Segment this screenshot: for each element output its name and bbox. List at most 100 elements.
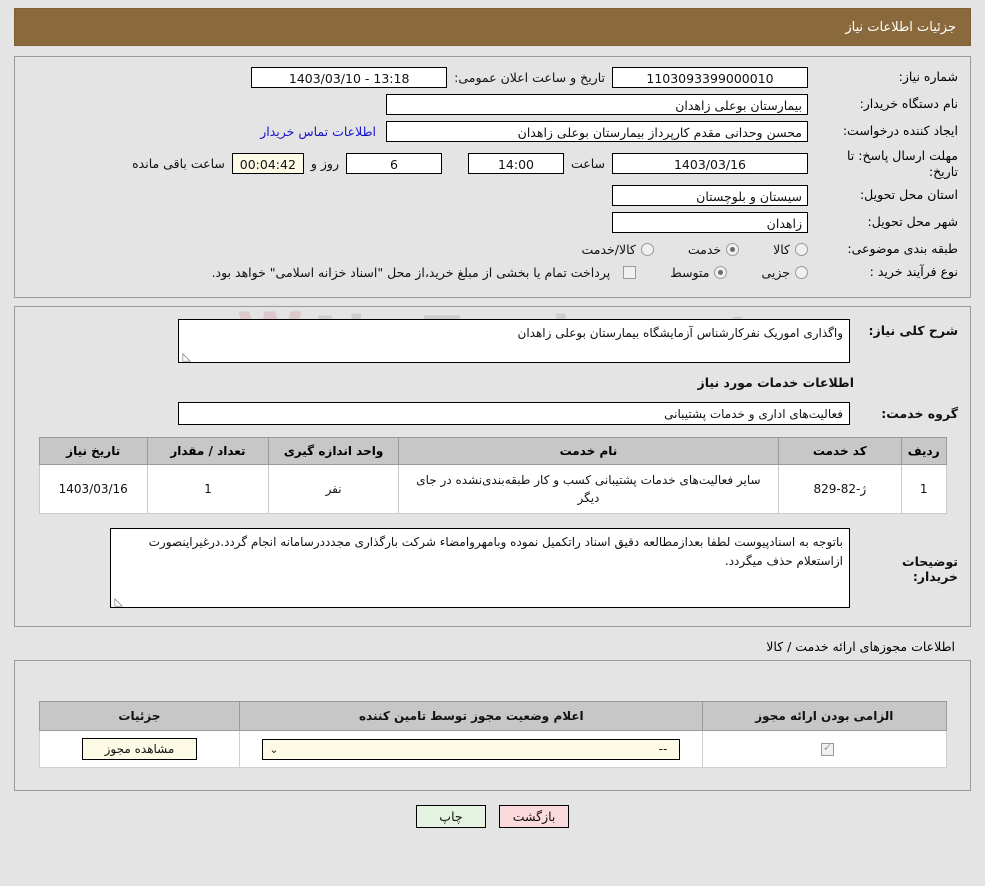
announce-label: تاریخ و ساعت اعلان عمومی: (454, 70, 605, 85)
th-need-date: تاریخ نیاز (38, 437, 148, 465)
radio-motevaset-label: متوسط (670, 265, 710, 281)
cell-name: سایر فعالیت‌های خدمات پشتیبانی کسب و کار… (398, 464, 779, 514)
need-summary-text: واگذاری اموریک نفرکارشناس آزمایشگاه بیما… (517, 326, 843, 340)
cell-permit-status: ⌄ -- (239, 730, 704, 768)
deadline-label: مهلت ارسال پاسخ: تا تاریخ: (847, 148, 958, 179)
need-number-field: 1103093399000010 (612, 67, 808, 88)
days-remaining-field: 6 (345, 153, 442, 175)
row-category: طبقه بندی موضوعی: کالا خدمت کالا/خدمت (27, 241, 958, 258)
print-button[interactable]: چاپ (415, 805, 486, 828)
hours-remaining-label: ساعت باقی مانده (132, 156, 225, 172)
payment-treasury-note: پرداخت تمام یا بخشی از مبلغ خرید،از محل … (211, 265, 611, 281)
payment-treasury-checkbox[interactable] (623, 266, 637, 280)
cell-permit-details: مشاهده مجوز (38, 730, 241, 768)
need-summary-label: شرح کلی نیاز: (868, 323, 958, 338)
permits-table-header-row: الزامی بودن ارائه مجوز اعلام وضعیت مجوز … (38, 701, 947, 731)
city-field: زاهدان (612, 212, 808, 234)
permits-panel: الزامی بودن ارائه مجوز اعلام وضعیت مجوز … (14, 660, 971, 791)
th-index: ردیف (900, 437, 947, 465)
radio-kala-khedmat-label: کالا/خدمت (581, 242, 636, 258)
creator-label: ایجاد کننده درخواست: (842, 123, 958, 139)
row-process: نوع فرآیند خرید : جزیی متوسط پرداخت تمام… (27, 264, 958, 281)
cell-permit-required (702, 730, 947, 768)
radio-kala-icon[interactable] (795, 243, 808, 257)
th-code: کد خدمت (777, 437, 902, 465)
category-label: طبقه بندی موضوعی: (847, 241, 958, 257)
cell-index: 1 (900, 464, 947, 514)
row-buyer-notes: توضیحات خریدار: باتوجه به اسنادپیوست لطف… (27, 528, 958, 608)
th-unit: واحد اندازه گیری (267, 437, 400, 465)
buyer-notes-label: توضیحات خریدار: (902, 554, 958, 584)
chevron-down-icon: ⌄ (269, 742, 279, 756)
need-number-label: شماره نیاز: (898, 69, 958, 85)
radio-jozii-label: جزیی (761, 265, 790, 281)
row-buyer-org: نام دستگاه خریدار: بیمارستان بوعلی زاهدا… (27, 94, 958, 115)
service-group-field: فعالیت‌های اداری و خدمات پشتیبانی (178, 402, 850, 425)
view-permit-button[interactable]: مشاهده مجوز (81, 738, 198, 760)
province-field: سیستان و بلوچستان (612, 185, 808, 207)
resize-grip-icon-notes[interactable]: ◺ (113, 596, 123, 607)
radio-process-motevaset[interactable]: متوسط (670, 265, 728, 281)
radio-khedmat-label: خدمت (687, 242, 722, 258)
cell-code: ژ-82-829 (777, 464, 902, 514)
row-request-creator: ایجاد کننده درخواست: محسن وحدانی مقدم کا… (27, 121, 958, 142)
th-permit-required: الزامی بودن ارائه مجوز (702, 701, 947, 731)
radio-khedmat-icon[interactable] (726, 243, 740, 257)
services-section-title: اطلاعات خدمات مورد نیاز (697, 375, 855, 390)
th-permit-status: اعلام وضعیت مجوز توسط تامین کننده (239, 701, 704, 731)
permits-table-row: ⌄ -- مشاهده مجوز (38, 730, 947, 768)
service-group-label: گروه خدمت: (881, 406, 958, 421)
th-name: نام خدمت (398, 437, 779, 465)
deadline-date-field: 1403/03/16 (612, 153, 808, 175)
countdown-timer-field: 00:04:42 (231, 153, 304, 175)
row-need-number: شماره نیاز: 1103093399000010 تاریخ و ساع… (27, 67, 958, 88)
days-word-label: روز و (310, 156, 339, 172)
process-label: نوع فرآیند خرید : (869, 264, 958, 280)
services-table-header-row: ردیف کد خدمت نام خدمت واحد اندازه گیری ت… (38, 437, 947, 465)
need-summary-textarea[interactable]: واگذاری اموریک نفرکارشناس آزمایشگاه بیما… (178, 319, 850, 363)
th-quantity: تعداد / مقدار (146, 437, 270, 465)
need-info-panel: شماره نیاز: 1103093399000010 تاریخ و ساع… (14, 56, 971, 298)
cell-unit: نفر (267, 464, 400, 514)
buyer-org-field: بیمارستان بوعلی زاهدان (386, 94, 808, 115)
buyer-notes-textarea[interactable]: باتوجه به اسنادپیوست لطفا بعدازمطالعه دق… (110, 528, 850, 608)
radio-kala-label: کالا (773, 242, 790, 258)
row-deadline: مهلت ارسال پاسخ: تا تاریخ: 1403/03/16 سا… (27, 148, 958, 179)
row-service-group: گروه خدمت: فعالیت‌های اداری و خدمات پشتی… (27, 402, 958, 425)
cell-quantity: 1 (146, 464, 270, 514)
deadline-time-field: 14:00 (467, 153, 564, 175)
radio-category-khedmat[interactable]: خدمت (687, 242, 740, 258)
permit-status-value: -- (658, 741, 668, 756)
buyer-notes-text: باتوجه به اسنادپیوست لطفا بعدازمطالعه دق… (148, 535, 843, 568)
buyer-contact-link[interactable]: اطلاعات تماس خریدار (260, 124, 376, 139)
footer-actions: بازگشت چاپ (14, 805, 971, 838)
creator-field: محسن وحدانی مقدم کارپرداز بیمارستان بوعل… (386, 121, 808, 142)
radio-category-kala-khedmat[interactable]: کالا/خدمت (581, 242, 654, 258)
province-label: استان محل تحویل: (859, 187, 958, 203)
need-description-panel: شرح کلی نیاز: واگذاری اموریک نفرکارشناس … (14, 306, 971, 627)
back-button[interactable]: بازگشت (499, 805, 570, 828)
row-city: شهر محل تحویل: زاهدان (27, 212, 958, 234)
announce-datetime-field: 1403/03/10 - 13:18 (251, 67, 448, 88)
hour-word-label: ساعت (570, 156, 605, 172)
row-province: استان محل تحویل: سیستان و بلوچستان (27, 185, 958, 207)
permit-required-checkbox (820, 741, 834, 756)
page-root: جزئیات اطلاعات نیاز شماره نیاز: 11030933… (0, 0, 985, 838)
row-need-summary: شرح کلی نیاز: واگذاری اموریک نفرکارشناس … (27, 319, 958, 363)
table-row: 1 ژ-82-829 سایر فعالیت‌های خدمات پشتیبان… (38, 464, 947, 514)
city-label: شهر محل تحویل: (867, 214, 958, 230)
permit-status-select[interactable]: ⌄ -- (262, 738, 681, 760)
radio-motevaset-icon[interactable] (714, 266, 728, 280)
radio-jozii-icon[interactable] (795, 266, 808, 280)
page-title: جزئیات اطلاعات نیاز (14, 8, 971, 46)
radio-category-kala[interactable]: کالا (773, 242, 808, 257)
services-table: ردیف کد خدمت نام خدمت واحد اندازه گیری ت… (38, 437, 947, 514)
radio-process-jozii[interactable]: جزیی (761, 265, 808, 280)
cell-need-date: 1403/03/16 (38, 464, 148, 514)
buyer-org-label: نام دستگاه خریدار: (859, 96, 958, 112)
resize-grip-icon[interactable]: ◺ (181, 351, 191, 362)
th-permit-details: جزئیات (38, 701, 241, 731)
permits-table: الزامی بودن ارائه مجوز اعلام وضعیت مجوز … (38, 701, 947, 768)
permits-section-title: اطلاعات مجوزهای ارائه خدمت / کالا (766, 639, 955, 654)
radio-kala-khedmat-icon[interactable] (640, 243, 654, 257)
